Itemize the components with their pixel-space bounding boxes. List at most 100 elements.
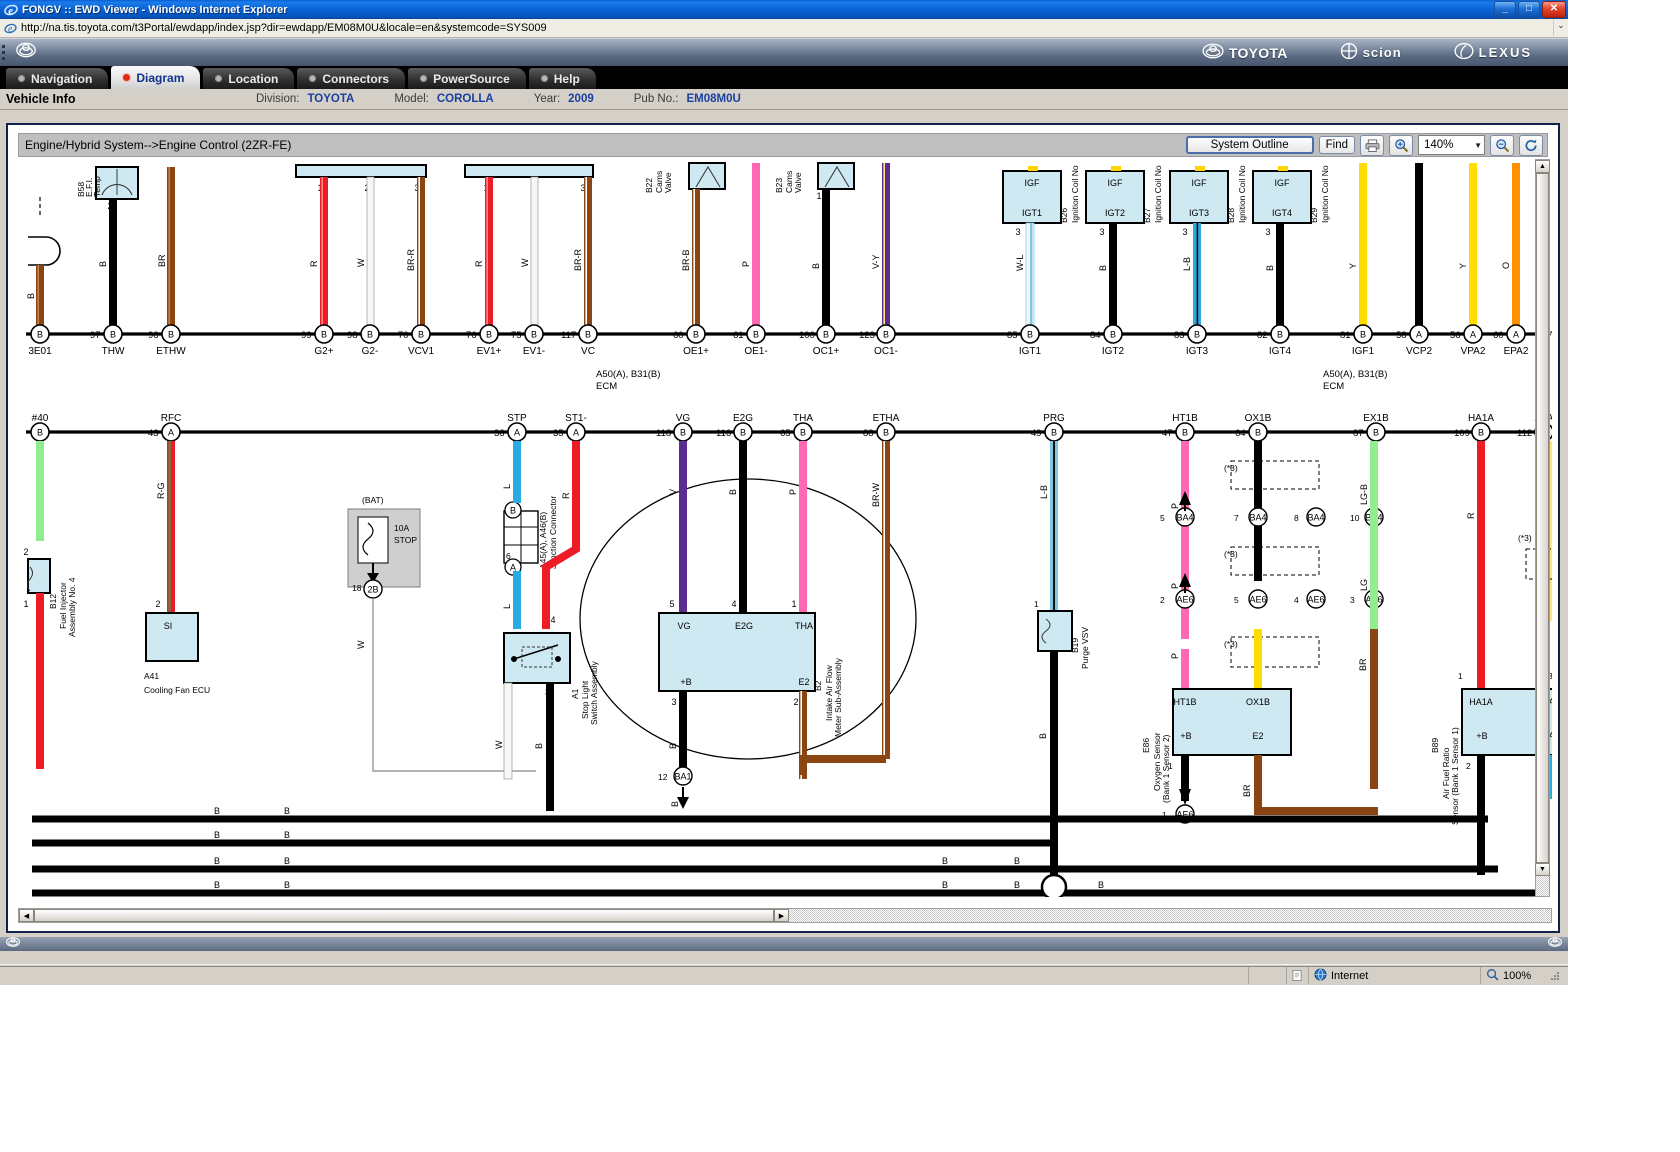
svg-text:47: 47 bbox=[1162, 428, 1173, 439]
svg-text:OC1-: OC1- bbox=[874, 346, 898, 357]
svg-text:56: 56 bbox=[1450, 330, 1461, 341]
toolbar-grip[interactable] bbox=[0, 39, 12, 66]
svg-text:6: 6 bbox=[506, 551, 511, 561]
address-input[interactable]: http://na.tis.toyota.com/t3Portal/ewdapp… bbox=[21, 22, 1553, 34]
svg-text:Y: Y bbox=[1348, 263, 1358, 269]
svg-text:EPA2: EPA2 bbox=[1504, 346, 1529, 357]
horizontal-scroll-thumb[interactable] bbox=[34, 909, 774, 922]
svg-text:B: B bbox=[98, 261, 108, 267]
svg-text:B: B bbox=[1110, 330, 1116, 340]
svg-text:(BAT): (BAT) bbox=[362, 495, 384, 505]
globe-icon bbox=[1314, 968, 1327, 984]
svg-text:A50(A), B31(B): A50(A), B31(B) bbox=[596, 369, 660, 380]
system-outline-button[interactable]: System Outline bbox=[1186, 136, 1314, 154]
svg-text:3: 3 bbox=[1099, 227, 1104, 237]
svg-text:1: 1 bbox=[1168, 761, 1173, 771]
address-bar[interactable]: e http://na.tis.toyota.com/t3Portal/ewda… bbox=[0, 19, 1568, 38]
svg-text:HT1B: HT1B bbox=[1173, 697, 1196, 707]
ignition-coil-2[interactable]: IGF IGT2 3 B B27 Ignition Coil No bbox=[1086, 165, 1163, 331]
diagram-horizontal-scrollbar[interactable]: ◀ ▶ bbox=[18, 908, 1552, 923]
svg-text:E86: E86 bbox=[1141, 738, 1151, 753]
toyota-logo-icon-right bbox=[1548, 935, 1562, 953]
svg-text:R: R bbox=[561, 492, 571, 499]
print-button[interactable] bbox=[1360, 135, 1384, 156]
svg-text:109: 109 bbox=[1454, 428, 1470, 439]
svg-text:Y: Y bbox=[1458, 263, 1468, 269]
svg-text:ST1-: ST1- bbox=[565, 413, 587, 424]
svg-text:B: B bbox=[883, 330, 889, 340]
svg-text:B: B bbox=[1098, 880, 1104, 890]
svg-text:G2+: G2+ bbox=[314, 346, 333, 357]
close-button[interactable]: ✕ bbox=[1542, 1, 1566, 18]
address-dropdown-icon[interactable]: ⌄ bbox=[1553, 20, 1568, 36]
security-zone-cell[interactable]: Internet bbox=[1308, 966, 1480, 984]
svg-text:3E01: 3E01 bbox=[28, 346, 52, 357]
ignition-coil-4[interactable]: IGF IGT4 3 B B29 Ignition Coil No bbox=[1253, 165, 1330, 331]
svg-text:HT1B: HT1B bbox=[1172, 413, 1198, 424]
status-zoom-cell[interactable]: 100% bbox=[1480, 966, 1568, 984]
svg-text:BR-W: BR-W bbox=[871, 483, 881, 507]
scroll-left-button[interactable]: ◀ bbox=[19, 909, 34, 922]
tab-label: Connectors bbox=[322, 72, 389, 86]
resize-grip-icon[interactable] bbox=[1547, 968, 1563, 984]
bottom-terminal-markers: B#40 A43RFC A36STP A35ST1- B118VG B116E2… bbox=[31, 413, 1552, 441]
svg-text:Cooling Fan ECU: Cooling Fan ECU bbox=[144, 685, 210, 695]
minimize-button[interactable]: _ bbox=[1494, 1, 1516, 18]
find-button[interactable]: Find bbox=[1319, 136, 1355, 154]
tab-help[interactable]: Help bbox=[529, 68, 596, 89]
svg-text:1: 1 bbox=[791, 599, 796, 609]
svg-text:BR-R: BR-R bbox=[573, 249, 583, 271]
scroll-down-button[interactable]: ▼ bbox=[1535, 863, 1550, 876]
ignition-coil-3[interactable]: IGF IGT3 3 L-B B28 Ignition Coil No bbox=[1170, 165, 1247, 331]
svg-text:B12: B12 bbox=[48, 594, 58, 609]
svg-text:R: R bbox=[474, 260, 484, 267]
svg-text:Ignition Coil No: Ignition Coil No bbox=[1320, 165, 1330, 223]
svg-text:B: B bbox=[1360, 330, 1366, 340]
zoom-level-value: 140% bbox=[1424, 139, 1453, 151]
restore-button[interactable]: □ bbox=[1518, 1, 1540, 18]
tab-location[interactable]: Location bbox=[203, 68, 294, 89]
svg-text:OE1-: OE1- bbox=[744, 346, 767, 357]
svg-text:75: 75 bbox=[511, 330, 522, 341]
svg-text:88: 88 bbox=[863, 428, 874, 439]
zoom-level-select[interactable]: 140% ▼ bbox=[1418, 135, 1485, 155]
diagram-vertical-scrollbar[interactable]: ▲ ▼ bbox=[1535, 159, 1550, 897]
svg-text:B: B bbox=[670, 801, 680, 807]
svg-text:B29: B29 bbox=[1309, 208, 1319, 223]
svg-text:ECM: ECM bbox=[1323, 381, 1344, 392]
ignition-coil-1[interactable]: IGF IGT1 3 W-L B26 Ignition Coil No bbox=[1003, 165, 1080, 331]
svg-text:B: B bbox=[585, 330, 591, 340]
tab-connectors[interactable]: Connectors bbox=[297, 68, 405, 89]
svg-text:EV1-: EV1- bbox=[523, 346, 545, 357]
zoom-out-button[interactable] bbox=[1490, 135, 1514, 156]
svg-text:P: P bbox=[741, 261, 751, 267]
toyota-brand-label: TOYOTA bbox=[1229, 45, 1288, 61]
svg-text:3: 3 bbox=[1015, 227, 1020, 237]
svg-text:VPA2: VPA2 bbox=[1461, 346, 1486, 357]
svg-text:10A: 10A bbox=[394, 523, 409, 533]
tab-led-icon bbox=[420, 75, 427, 82]
tab-powersource[interactable]: PowerSource bbox=[408, 68, 526, 89]
toyota-brand[interactable]: TOYOTA bbox=[1202, 42, 1288, 63]
svg-text:BR-R: BR-R bbox=[406, 249, 416, 271]
scroll-up-button[interactable]: ▲ bbox=[1535, 160, 1550, 173]
svg-text:Ignition Coil No: Ignition Coil No bbox=[1153, 165, 1163, 223]
tab-navigation[interactable]: Navigation bbox=[6, 68, 108, 89]
svg-text:THW: THW bbox=[102, 346, 125, 357]
tab-diagram[interactable]: Diagram bbox=[111, 66, 200, 89]
svg-text:VC: VC bbox=[581, 346, 595, 357]
lexus-brand[interactable]: LEXUS bbox=[1454, 42, 1532, 63]
vertical-scroll-thumb[interactable] bbox=[1536, 173, 1549, 863]
tab-label: PowerSource bbox=[433, 72, 510, 86]
svg-text:e: e bbox=[8, 5, 13, 17]
refresh-button[interactable] bbox=[1519, 135, 1543, 156]
wiring-diagram-canvas[interactable]: .wlbl{font:9px "Liberation Sans",sans-se… bbox=[18, 159, 1552, 897]
toyota-logo-icon bbox=[1202, 42, 1224, 63]
scion-brand[interactable]: scion bbox=[1340, 42, 1402, 63]
zoom-in-button[interactable] bbox=[1389, 135, 1413, 156]
svg-text:A: A bbox=[573, 428, 579, 438]
status-progress-cell bbox=[1248, 966, 1286, 984]
status-bar: Internet 100% bbox=[0, 964, 1568, 985]
vehicle-info-title: Vehicle Info bbox=[0, 92, 256, 106]
scroll-right-button[interactable]: ▶ bbox=[774, 909, 789, 922]
